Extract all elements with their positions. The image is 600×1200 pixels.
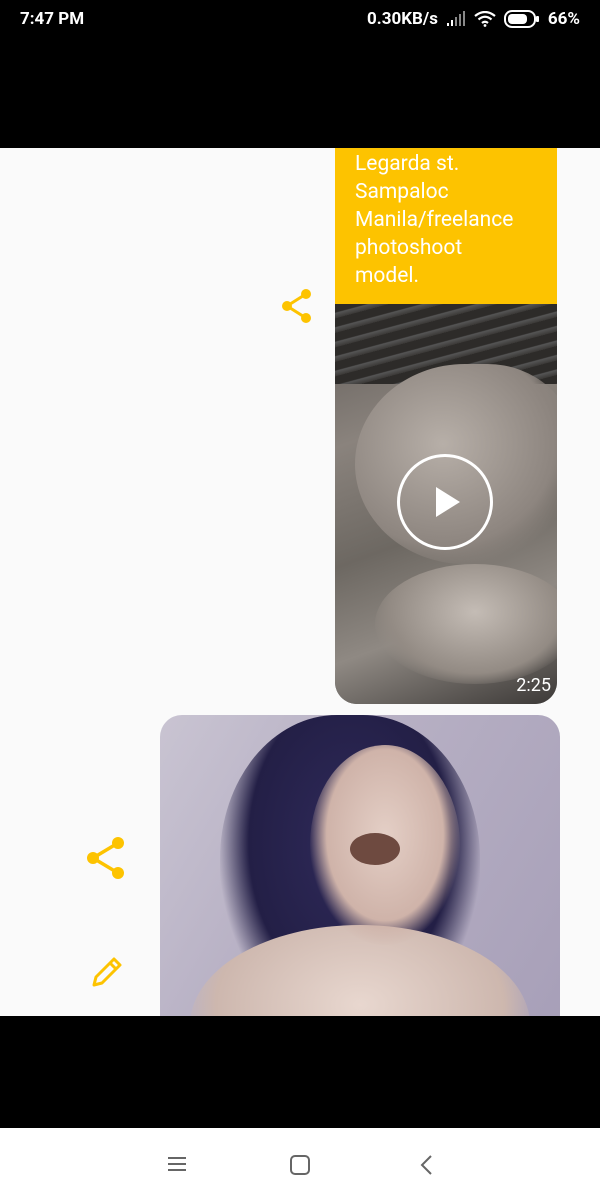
share-icon[interactable] xyxy=(85,836,127,884)
photo-lips xyxy=(350,833,400,865)
status-bar: 7:47 PM 0.30KB/s 66% xyxy=(0,0,600,40)
home-icon[interactable] xyxy=(289,1154,311,1180)
message-caption: Legarda st. Sampaloc Manila/freelance ph… xyxy=(335,148,557,304)
status-indicators: 0.30KB/s 66% xyxy=(367,9,580,29)
chat-content[interactable]: Legarda st. Sampaloc Manila/freelance ph… xyxy=(0,148,600,1016)
battery-icon xyxy=(503,10,540,28)
top-black-bar xyxy=(0,40,600,148)
network-speed: 0.30KB/s xyxy=(367,9,438,29)
caption-line: Sampaloc xyxy=(355,180,449,204)
video-thumbnail-fingers xyxy=(375,564,557,684)
signal-icon xyxy=(446,11,466,27)
system-nav-bar xyxy=(0,1128,600,1200)
video-message-bubble[interactable]: Legarda st. Sampaloc Manila/freelance ph… xyxy=(335,148,557,704)
caption-line: Manila/freelance xyxy=(355,208,514,232)
caption-line: Legarda st. xyxy=(355,152,460,176)
status-time: 7:47 PM xyxy=(20,9,85,29)
bottom-black-bar xyxy=(0,1016,600,1128)
menu-icon[interactable] xyxy=(166,1154,188,1178)
video-duration: 2:25 xyxy=(516,675,551,696)
wifi-icon xyxy=(474,11,496,27)
play-button[interactable] xyxy=(397,454,493,550)
back-icon[interactable] xyxy=(418,1154,436,1180)
caption-line: model. xyxy=(355,264,420,288)
battery-percent: 66% xyxy=(547,9,580,29)
photo-message-bubble[interactable] xyxy=(160,715,560,1016)
caption-line: photoshoot xyxy=(355,236,463,260)
pencil-icon[interactable] xyxy=(88,953,126,995)
play-icon xyxy=(436,487,460,517)
video-thumbnail[interactable]: 2:25 xyxy=(335,304,557,704)
share-icon[interactable] xyxy=(280,288,314,328)
